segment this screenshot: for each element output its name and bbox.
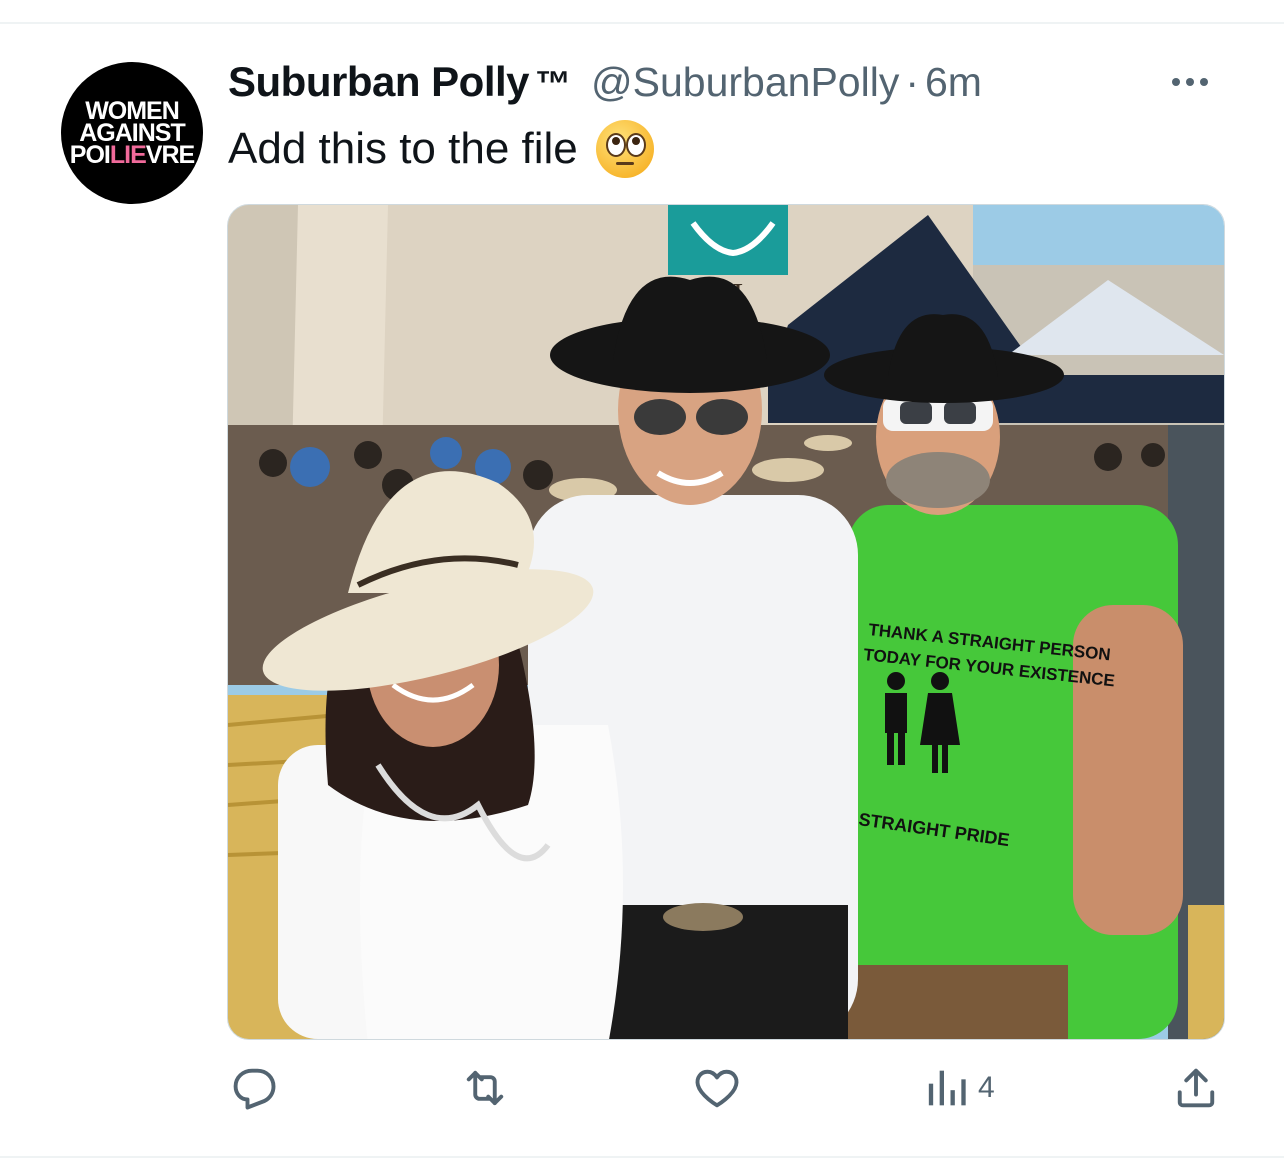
tweet-actions: 4 — [0, 1062, 1284, 1122]
reply-button[interactable] — [228, 1062, 280, 1114]
share-icon — [1177, 1068, 1215, 1108]
avatar-line-3c: VRE — [145, 141, 195, 169]
tweet-timestamp[interactable]: 6m — [925, 59, 982, 106]
avatar-line-3b: LIE — [109, 141, 147, 169]
views-button[interactable]: 4 — [922, 1062, 995, 1114]
trademark-symbol: ™ — [535, 63, 572, 104]
share-button[interactable] — [1170, 1062, 1222, 1114]
more-options-icon[interactable] — [1172, 78, 1208, 86]
avatar-line-3a: POI — [69, 141, 111, 169]
rolling-eyes-emoji-icon — [595, 120, 654, 178]
tweet-text-content: Add this to the file — [228, 124, 578, 173]
views-icon — [928, 1070, 966, 1106]
tweet-header: Suburban Polly ™ @SuburbanPolly · 6m — [228, 58, 982, 108]
like-button[interactable] — [690, 1062, 744, 1114]
avatar[interactable]: WOMEN AGAINST POI LIE VRE — [61, 62, 203, 204]
user-handle[interactable]: @SuburbanPolly — [591, 59, 899, 106]
tweet-text: Add this to the file — [228, 120, 654, 178]
header-separator: · — [905, 59, 919, 105]
display-name[interactable]: Suburban Polly — [228, 58, 530, 106]
top-divider — [0, 22, 1284, 24]
heart-icon — [695, 1069, 739, 1108]
bottom-divider — [0, 1156, 1284, 1158]
avatar-line-3: POI LIE VRE — [69, 141, 195, 169]
reply-icon — [233, 1068, 276, 1110]
retweet-button[interactable] — [458, 1062, 512, 1114]
tweet-photo[interactable]: KAMI THANK A ST — [227, 204, 1225, 1040]
retweet-icon — [466, 1070, 504, 1106]
views-count: 4 — [978, 1071, 995, 1104]
